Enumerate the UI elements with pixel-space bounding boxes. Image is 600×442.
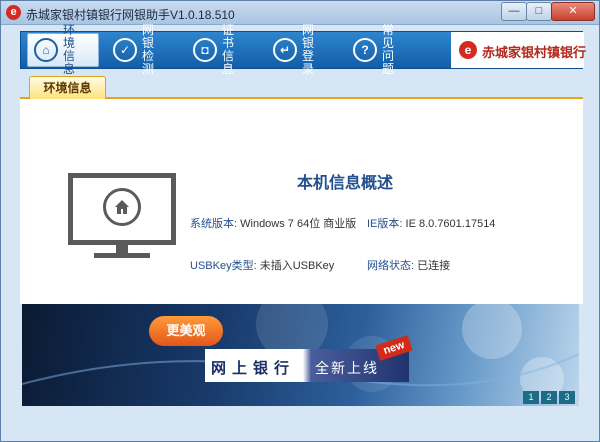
nav-label: 常见问题 [382, 23, 399, 76]
nav-item-certificate[interactable]: ◘ 证书信息 [187, 24, 261, 76]
os-version-row: 系统版本: Windows 7 64位 商业版 [190, 215, 356, 231]
bank-logo: e 赤城家银村镇银行 [451, 32, 587, 68]
app-logo-icon: e [6, 5, 21, 20]
bank-logo-icon: e [459, 41, 477, 59]
network-value: 已连接 [417, 260, 451, 272]
certificate-icon: ◘ [193, 38, 217, 62]
nav-label: 网银检测 [142, 23, 159, 76]
network-row: 网络状态: 已连接 [367, 257, 450, 273]
usbkey-label: USBKey类型: [190, 260, 257, 272]
nav-item-ebank-check[interactable]: ✓ 网银检测 [107, 24, 181, 76]
home-icon [103, 188, 141, 226]
monitor-stand [116, 245, 128, 253]
nav-label: 证书信息 [222, 23, 239, 76]
tab-environment-info[interactable]: 环境信息 [29, 76, 106, 99]
window-title: 赤城家银村镇银行网银助手V1.0.18.510 [26, 8, 235, 22]
banner-text-ebank: 网上银行 [211, 360, 296, 377]
info-title: 本机信息概述 [297, 175, 394, 192]
nav-item-environment[interactable]: ⌂ 环境信息 [27, 24, 99, 76]
app-window: e 赤城家银村镇银行网银助手V1.0.18.510 — □ ✕ ⌂ 环境信息 ✓… [0, 0, 600, 442]
title-bar[interactable]: e 赤城家银村镇银行网银助手V1.0.18.510 — □ ✕ [1, 1, 599, 25]
nav-label: 环境信息 [63, 23, 80, 76]
banner-text-launch: 全新上线 [315, 360, 379, 376]
close-button[interactable]: ✕ [551, 2, 595, 21]
home-icon: ⌂ [34, 38, 58, 62]
usbkey-row: USBKey类型: 未插入USBKey [190, 257, 334, 273]
ie-version-label: IE版本: [367, 218, 403, 230]
os-version-label: 系统版本: [190, 218, 238, 230]
network-label: 网络状态: [367, 260, 415, 272]
banner-page-3[interactable]: 3 [559, 391, 575, 404]
usbkey-value: 未插入USBKey [259, 260, 335, 272]
question-icon: ? [353, 38, 377, 62]
nav-item-ebank-login[interactable]: ↵ 网银登录 [267, 24, 341, 76]
info-panel: 本机信息概述 系统版本: Windows 7 64位 商业版 IE版本: IE … [20, 99, 583, 304]
maximize-button[interactable]: □ [526, 2, 552, 21]
badge-more-beautiful: 更美观 [149, 316, 223, 346]
nav-item-faq[interactable]: ? 常见问题 [347, 24, 421, 76]
bank-name: 赤城家银村镇银行 [482, 45, 587, 60]
house-shape [115, 200, 129, 214]
banner-page-1[interactable]: 1 [523, 391, 539, 404]
computer-illustration [68, 173, 176, 261]
ie-version-value: IE 8.0.7601.17514 [405, 218, 496, 230]
login-icon: ↵ [273, 38, 297, 62]
shield-check-icon: ✓ [113, 38, 137, 62]
promo-banner[interactable]: 更美观 网上银行 全新上线 new 1 2 3 [22, 304, 579, 406]
minimize-button[interactable]: — [501, 2, 527, 21]
main-nav: ⌂ 环境信息 ✓ 网银检测 ◘ 证书信息 ↵ 网银登录 ? 常见问题 e 赤城家… [20, 24, 587, 76]
monitor-base [94, 253, 150, 258]
monitor-screen [68, 173, 176, 245]
window-controls: — □ ✕ [501, 2, 595, 21]
banner-pager: 1 2 3 [521, 391, 575, 404]
banner-page-2[interactable]: 2 [541, 391, 557, 404]
ie-version-row: IE版本: IE 8.0.7601.17514 [367, 215, 495, 231]
os-version-value: Windows 7 64位 商业版 [240, 218, 357, 230]
tab-strip: 环境信息 [20, 73, 583, 99]
nav-label: 网银登录 [302, 23, 319, 76]
